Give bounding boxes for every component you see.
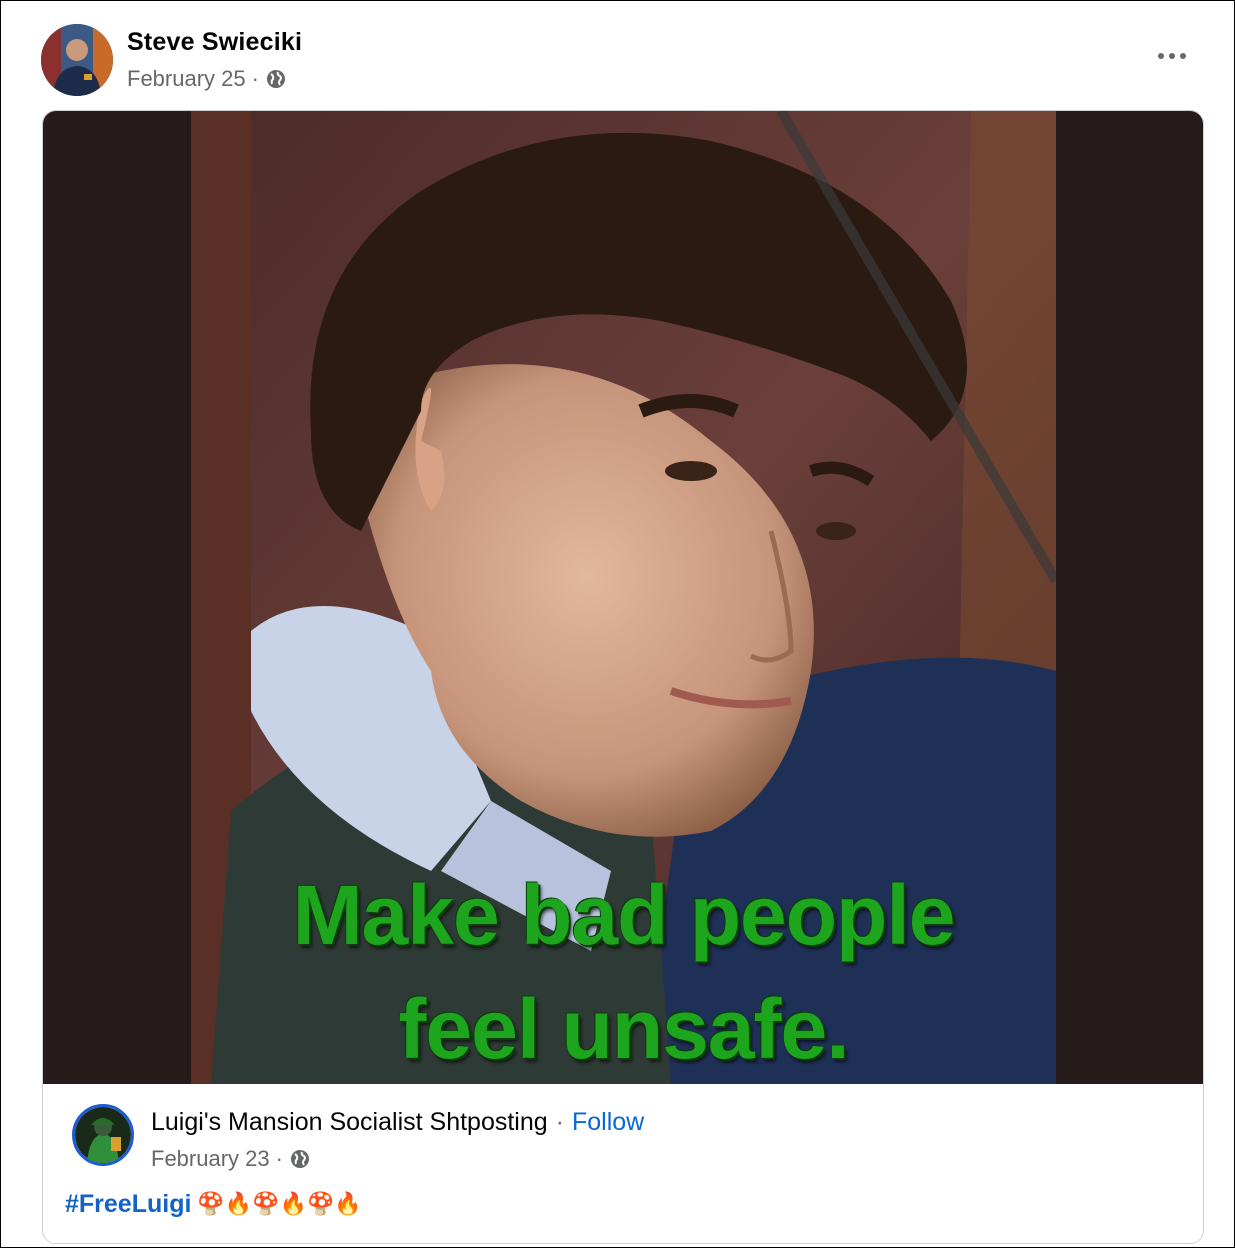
follow-button[interactable]: Follow (572, 1108, 644, 1137)
page-avatar[interactable] (72, 1104, 134, 1166)
post-caption: #FreeLuigi 🍄🔥🍄🔥🍄🔥 (65, 1190, 362, 1219)
post-meta: February 25 · (127, 66, 287, 92)
more-options-icon[interactable] (1147, 38, 1197, 74)
author-name[interactable]: Steve Swieciki (127, 28, 302, 57)
meta-separator: · (251, 66, 259, 91)
meme-caption-line1: Make bad people (292, 868, 956, 962)
shared-post-footer: Luigi's Mansion Socialist Shtposting · F… (43, 1084, 1203, 1243)
shared-post-date[interactable]: February 23 (151, 1146, 270, 1172)
post-date[interactable]: February 25 (127, 66, 246, 92)
post-image[interactable]: Make bad people feel unsafe. (43, 111, 1203, 1084)
shared-post-card[interactable]: Make bad people feel unsafe. Luigi's Man… (42, 110, 1204, 1244)
globe-icon (290, 1150, 309, 1168)
meme-caption-line2: feel unsafe. (398, 982, 849, 1076)
shared-post-meta: February 23 · (151, 1146, 311, 1172)
emoji-sequence: 🍄🔥🍄🔥🍄🔥 (197, 1192, 362, 1217)
name-separator: · (555, 1108, 564, 1136)
facebook-post: Steve Swieciki February 25 · Make bad pe… (0, 0, 1235, 1248)
post-header: Steve Swieciki February 25 · (41, 24, 1201, 98)
page-name-row: Luigi's Mansion Socialist Shtposting · F… (151, 1108, 644, 1137)
shared-meta-separator: · (275, 1146, 283, 1171)
meme-photo: Make bad people feel unsafe. (191, 111, 1056, 1084)
globe-icon (266, 70, 285, 88)
page-name[interactable]: Luigi's Mansion Socialist Shtposting (151, 1108, 548, 1137)
author-avatar[interactable] (41, 24, 113, 96)
hashtag-link[interactable]: #FreeLuigi (65, 1190, 191, 1219)
